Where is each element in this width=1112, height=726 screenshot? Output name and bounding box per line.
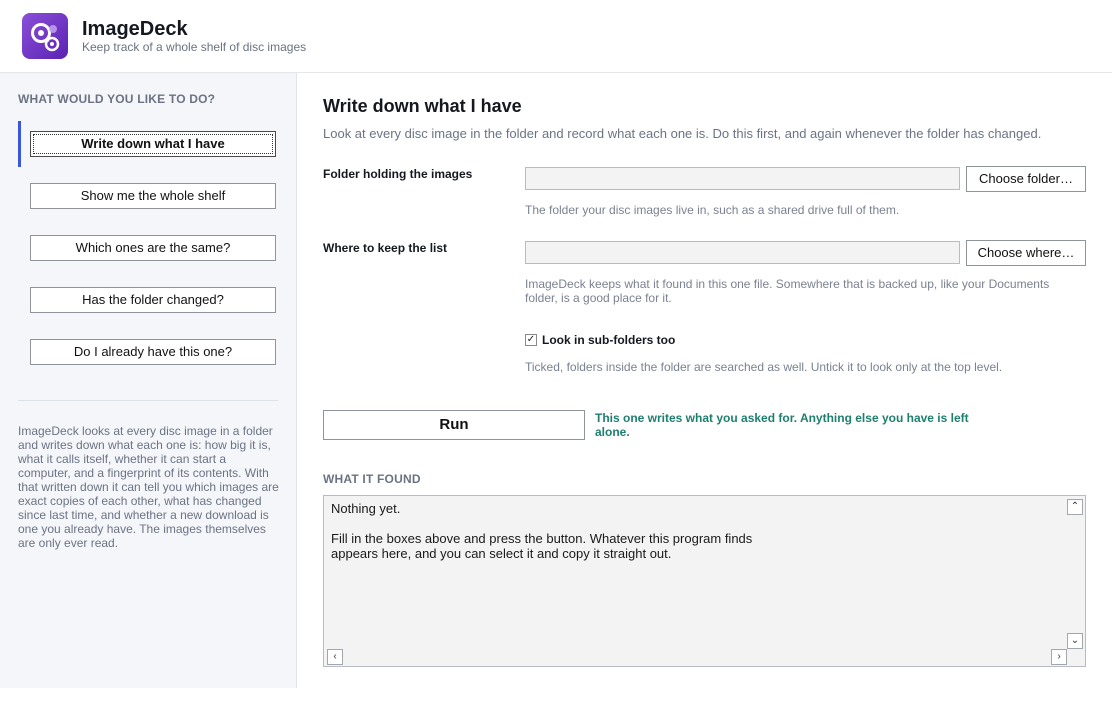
sidebar-item-already-have[interactable]: Do I already have this one?: [30, 339, 276, 365]
run-button[interactable]: Run: [323, 410, 585, 440]
active-indicator: [18, 121, 21, 167]
sidebar-item-duplicates[interactable]: Which ones are the same?: [30, 235, 276, 261]
app-subtitle: Keep track of a whole shelf of disc imag…: [82, 40, 307, 54]
app-title: ImageDeck: [82, 18, 188, 40]
sidebar-heading: WHAT WOULD YOU LIKE TO DO?: [18, 92, 216, 106]
page-title: Write down what I have: [323, 96, 522, 116]
list-file-help: ImageDeck keeps what it found in this on…: [525, 277, 1050, 305]
scroll-right-icon[interactable]: ›: [1051, 649, 1067, 665]
sidebar-item-whole-shelf[interactable]: Show me the whole shelf: [30, 183, 276, 209]
subfolders-checkbox[interactable]: ✓: [525, 334, 537, 346]
choose-where-button[interactable]: Choose where…: [966, 240, 1086, 266]
scroll-up-icon[interactable]: ⌃: [1067, 499, 1083, 515]
page-description: Look at every disc image in the folder a…: [323, 126, 1042, 141]
app-header: ImageDeck Keep track of a whole shelf of…: [0, 0, 1112, 73]
scroll-left-icon[interactable]: ‹: [327, 649, 343, 665]
sidebar-item-folder-changed[interactable]: Has the folder changed?: [30, 287, 276, 313]
folder-label: Folder holding the images: [323, 167, 473, 181]
main-panel: Write down what I have Look at every dis…: [297, 73, 1112, 688]
scroll-down-icon[interactable]: ⌄: [1067, 633, 1083, 649]
list-file-label: Where to keep the list: [323, 241, 448, 255]
output-text[interactable]: Nothing yet. Fill in the boxes above and…: [331, 501, 752, 561]
sidebar-about-text: ImageDeck looks at every disc image in a…: [18, 424, 279, 550]
sidebar-divider: [18, 400, 278, 401]
subfolders-help: Ticked, folders inside the folder are se…: [525, 360, 1003, 374]
subfolders-label[interactable]: Look in sub-folders too: [542, 333, 675, 347]
folder-help: The folder your disc images live in, suc…: [525, 203, 900, 217]
folder-input[interactable]: [525, 167, 960, 190]
choose-folder-button[interactable]: Choose folder…: [966, 166, 1086, 192]
output-textarea[interactable]: Nothing yet. Fill in the boxes above and…: [323, 495, 1086, 667]
list-file-input[interactable]: [525, 241, 960, 264]
run-note: This one writes what you asked for. Anyt…: [595, 411, 969, 439]
sidebar: WHAT WOULD YOU LIKE TO DO? Write down wh…: [0, 73, 297, 688]
found-heading: WHAT IT FOUND: [323, 472, 421, 486]
sidebar-item-write-down[interactable]: Write down what I have: [30, 131, 276, 157]
gears-icon: [22, 13, 68, 59]
